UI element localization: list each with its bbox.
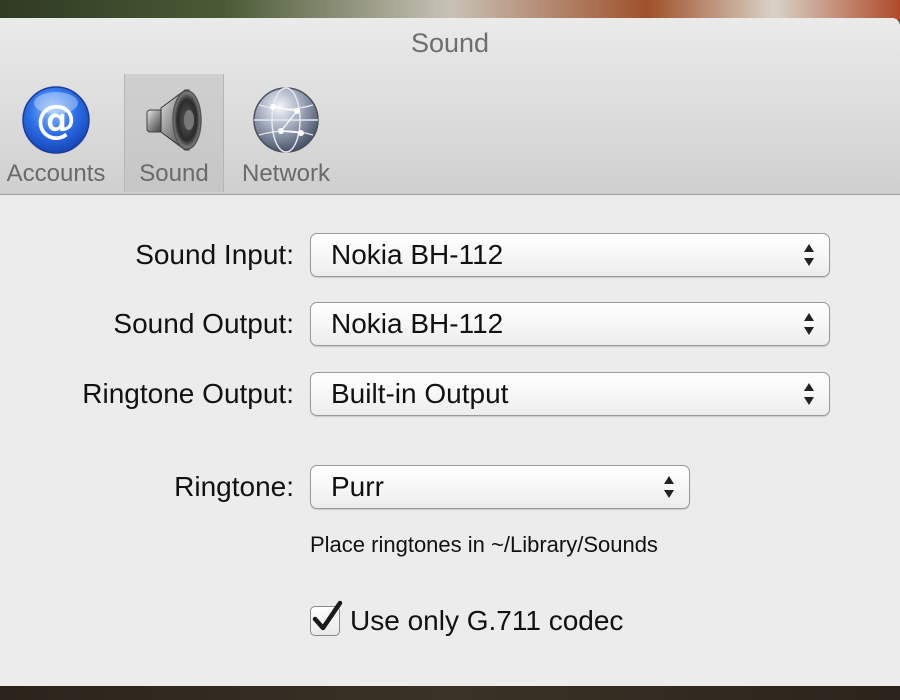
checkmark-icon bbox=[312, 600, 343, 631]
ringtone-output-label: Ringtone Output: bbox=[82, 378, 294, 409]
sound-output-label: Sound Output: bbox=[113, 308, 294, 339]
at-sign-icon: @ bbox=[20, 84, 92, 156]
globe-icon bbox=[250, 84, 322, 156]
up-down-arrows-icon bbox=[789, 234, 829, 276]
ringtone-hint: Place ringtones in ~/Library/Sounds bbox=[310, 532, 658, 557]
ringtone-value: Purr bbox=[331, 471, 384, 502]
up-down-arrows-icon bbox=[789, 303, 829, 345]
g711-codec-checkbox[interactable] bbox=[310, 600, 343, 636]
desktop-wallpaper-bottom bbox=[0, 684, 900, 700]
toolbar-item-accounts[interactable]: @ Accounts bbox=[0, 74, 112, 192]
sound-output-select[interactable]: Nokia BH-112 bbox=[310, 302, 830, 346]
preferences-window: Sound @ Accounts Sound Network Sound Inp… bbox=[0, 18, 900, 686]
sound-settings-panel: Sound Input: Nokia BH-112 Sound Output: … bbox=[0, 195, 900, 686]
toolbar-item-sound[interactable]: Sound bbox=[124, 74, 224, 192]
window-titlebar: Sound @ Accounts Sound Network bbox=[0, 18, 900, 195]
ringtone-label: Ringtone: bbox=[174, 471, 294, 502]
up-down-arrows-icon bbox=[649, 466, 689, 508]
ringtone-select[interactable]: Purr bbox=[310, 465, 690, 509]
ringtone-output-value: Built-in Output bbox=[331, 378, 509, 409]
g711-codec-checkbox-row[interactable]: Use only G.711 codec bbox=[310, 600, 624, 637]
preferences-toolbar: @ Accounts Sound Network bbox=[0, 74, 342, 194]
sound-input-label: Sound Input: bbox=[135, 239, 294, 270]
ringtone-output-select[interactable]: Built-in Output bbox=[310, 372, 830, 416]
sound-input-value: Nokia BH-112 bbox=[331, 239, 504, 270]
sound-output-value: Nokia BH-112 bbox=[331, 308, 504, 339]
toolbar-item-label: Network bbox=[241, 160, 331, 187]
toolbar-item-network[interactable]: Network bbox=[230, 74, 342, 192]
speaker-icon bbox=[138, 84, 210, 156]
toolbar-item-label: Sound bbox=[139, 160, 209, 187]
toolbar-item-label: Accounts bbox=[6, 160, 106, 187]
svg-text:@: @ bbox=[36, 97, 76, 143]
desktop-wallpaper bbox=[0, 0, 900, 20]
sound-input-select[interactable]: Nokia BH-112 bbox=[310, 233, 830, 277]
window-title: Sound bbox=[410, 28, 490, 58]
g711-codec-label: Use only G.711 codec bbox=[350, 605, 624, 636]
up-down-arrows-icon bbox=[789, 373, 829, 415]
